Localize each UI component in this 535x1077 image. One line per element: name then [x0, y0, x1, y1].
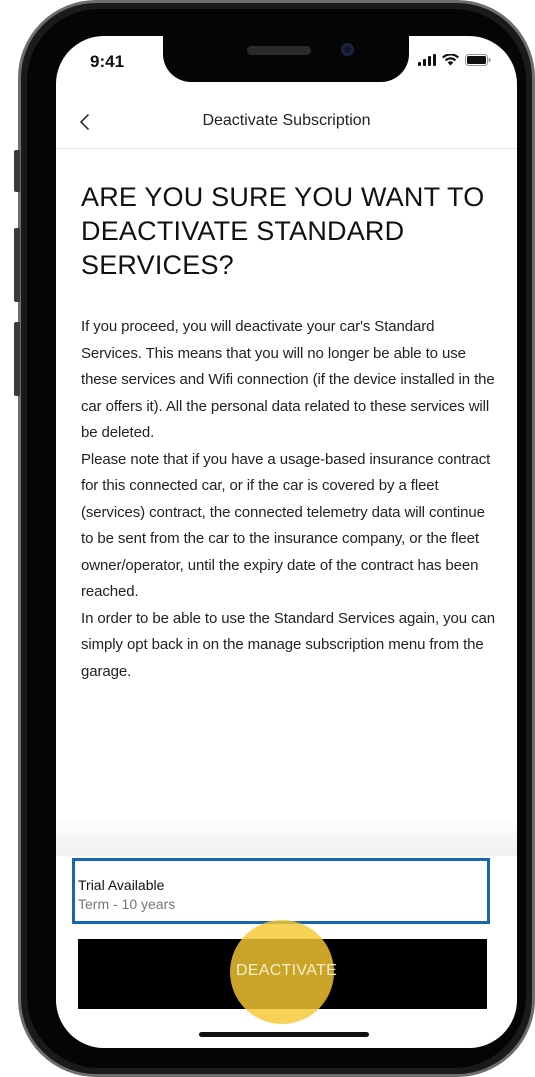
status-time: 9:41 [90, 52, 125, 71]
subscription-title: Trial Available [78, 877, 165, 893]
status-icons [418, 54, 491, 66]
volume-down-button [14, 322, 20, 396]
wifi-icon [442, 54, 459, 66]
confirmation-heading: ARE YOU SURE YOU WANT TO DEACTIVATE STAN… [81, 182, 485, 280]
device-notch [163, 36, 409, 82]
subscription-card: Trial Available Term - 10 years [72, 858, 490, 924]
app-screen: 9:41 Deactivate Subscription ARE YOU SUR… [56, 36, 517, 1048]
home-indicator[interactable] [199, 1032, 369, 1037]
header-divider [56, 148, 517, 149]
subscription-term: Term - 10 years [78, 896, 176, 912]
volume-up-button [14, 228, 20, 302]
earpiece-speaker [247, 46, 311, 55]
deactivate-button-label: DEACTIVATE [235, 962, 338, 979]
navigation-bar: Deactivate Subscription [56, 102, 517, 142]
mute-switch [14, 150, 20, 192]
front-camera [341, 43, 354, 56]
cellular-signal-icon [418, 54, 436, 66]
deactivation-description: If you proceed, you will deactivate your… [81, 318, 495, 680]
battery-icon [465, 54, 491, 66]
scroll-fade [56, 816, 517, 856]
page-title: Deactivate Subscription [202, 112, 371, 129]
